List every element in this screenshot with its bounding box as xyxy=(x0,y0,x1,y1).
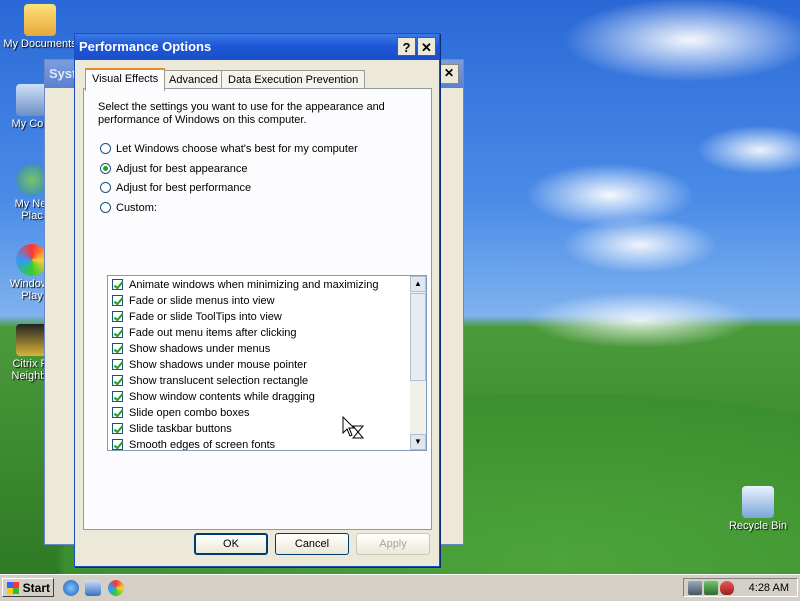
show-desktop-icon[interactable] xyxy=(85,580,101,596)
start-label: Start xyxy=(22,581,50,595)
list-item-label: Fade out menu items after clicking xyxy=(129,327,297,339)
radio-button-selected[interactable] xyxy=(100,163,111,174)
list-item[interactable]: Animate windows when minimizing and maxi… xyxy=(112,277,378,293)
list-item[interactable]: Fade out menu items after clicking xyxy=(112,325,297,341)
ok-button[interactable]: OK xyxy=(194,533,268,555)
list-item[interactable]: Slide open combo boxes xyxy=(112,405,249,421)
radio-button[interactable] xyxy=(100,143,111,154)
checkbox[interactable] xyxy=(112,439,123,450)
start-button[interactable]: Start xyxy=(2,578,54,597)
checkbox[interactable] xyxy=(112,295,123,306)
folder-icon xyxy=(24,4,56,36)
desktop-icon-recycle-bin[interactable]: Recycle Bin xyxy=(718,486,798,532)
radio-label: Adjust for best performance xyxy=(116,182,252,194)
checkbox[interactable] xyxy=(112,311,123,322)
list-item[interactable]: Show window contents while dragging xyxy=(112,389,315,405)
checkbox[interactable] xyxy=(112,327,123,338)
system-properties-close-button[interactable]: ✕ xyxy=(439,64,459,84)
security-center-icon[interactable] xyxy=(704,581,718,595)
radio-best-performance[interactable]: Adjust for best performance xyxy=(100,180,251,196)
tab-data-execution-prevention[interactable]: Data Execution Prevention xyxy=(221,70,366,89)
list-item-label: Slide open combo boxes xyxy=(129,407,250,419)
list-item-label: Show shadows under menus xyxy=(129,343,271,355)
close-button[interactable]: ✕ xyxy=(417,37,436,56)
clock[interactable]: 4:28 AM xyxy=(749,581,789,595)
checkbox[interactable] xyxy=(112,343,123,354)
radio-label: Adjust for best appearance xyxy=(116,163,248,175)
internet-explorer-icon[interactable] xyxy=(63,580,79,596)
system-tray: 4:28 AM xyxy=(683,578,798,597)
list-item-label: Fade or slide menus into view xyxy=(129,295,275,307)
list-item[interactable]: Fade or slide menus into view xyxy=(112,293,275,309)
media-player-quicklaunch-icon[interactable] xyxy=(108,580,124,596)
tab-visual-effects[interactable]: Visual Effects xyxy=(85,68,166,91)
performance-options-dialog: Performance Options ? ✕ Visual Effects A… xyxy=(74,33,440,567)
list-item[interactable]: Show translucent selection rectangle xyxy=(112,373,308,389)
list-item-label: Show window contents while dragging xyxy=(129,391,315,403)
cancel-button[interactable]: Cancel xyxy=(275,533,349,555)
checkbox[interactable] xyxy=(112,423,123,434)
list-item-label: Animate windows when minimizing and maxi… xyxy=(129,279,379,291)
vertical-scrollbar[interactable]: ▲ ▼ xyxy=(410,276,426,450)
list-item[interactable]: Slide taskbar buttons xyxy=(112,421,232,437)
list-item[interactable]: Show shadows under mouse pointer xyxy=(112,357,307,373)
radio-custom[interactable]: Custom: xyxy=(100,200,157,216)
radio-button[interactable] xyxy=(100,182,111,193)
list-item[interactable]: Smooth edges of screen fonts xyxy=(112,437,276,451)
desktop-icon-label: My Documents xyxy=(3,38,77,50)
list-item-label: Smooth edges of screen fonts xyxy=(129,439,276,451)
visual-effects-panel: Select the settings you want to use for … xyxy=(83,88,432,530)
scroll-up-arrow-icon[interactable]: ▲ xyxy=(410,276,426,292)
radio-label: Custom: xyxy=(116,202,157,214)
list-item[interactable]: Fade or slide ToolTips into view xyxy=(112,309,282,325)
checkbox[interactable] xyxy=(112,407,123,418)
checkbox[interactable] xyxy=(112,391,123,402)
list-item-label: Slide taskbar buttons xyxy=(129,423,232,435)
desktop-icon-label: Recycle Bin xyxy=(728,520,788,532)
scrollbar-thumb[interactable] xyxy=(410,293,426,381)
list-item-label: Show translucent selection rectangle xyxy=(129,375,309,387)
dialog-title-bar[interactable]: Performance Options ? ✕ xyxy=(75,34,439,60)
apply-button[interactable]: Apply xyxy=(356,533,430,555)
intro-text: Select the settings you want to use for … xyxy=(98,101,385,126)
scroll-down-arrow-icon[interactable]: ▼ xyxy=(410,434,426,450)
list-item-label: Show shadows under mouse pointer xyxy=(129,359,307,371)
checkbox[interactable] xyxy=(112,279,123,290)
radio-label: Let Windows choose what's best for my co… xyxy=(116,143,358,155)
radio-button[interactable] xyxy=(100,202,111,213)
windows-logo-icon xyxy=(7,582,19,594)
busy-cursor-icon xyxy=(342,416,364,439)
dialog-title: Performance Options xyxy=(79,39,212,54)
list-item[interactable]: Show shadows under menus xyxy=(112,341,270,357)
shield-icon[interactable] xyxy=(720,581,734,595)
checkbox[interactable] xyxy=(112,359,123,370)
tab-advanced[interactable]: Advanced xyxy=(162,70,225,89)
radio-let-windows-choose[interactable]: Let Windows choose what's best for my co… xyxy=(100,141,358,157)
desktop-icon-my-documents[interactable]: My Documents xyxy=(0,4,80,50)
list-item-label: Fade or slide ToolTips into view xyxy=(129,311,282,323)
help-button[interactable]: ? xyxy=(397,37,416,56)
taskbar: Start 4:28 AM xyxy=(0,574,800,601)
recycle-bin-icon xyxy=(742,486,774,518)
radio-best-appearance[interactable]: Adjust for best appearance xyxy=(100,161,247,177)
network-status-icon[interactable] xyxy=(688,581,702,595)
checkbox[interactable] xyxy=(112,375,123,386)
visual-effects-list[interactable]: Animate windows when minimizing and maxi… xyxy=(107,275,427,451)
